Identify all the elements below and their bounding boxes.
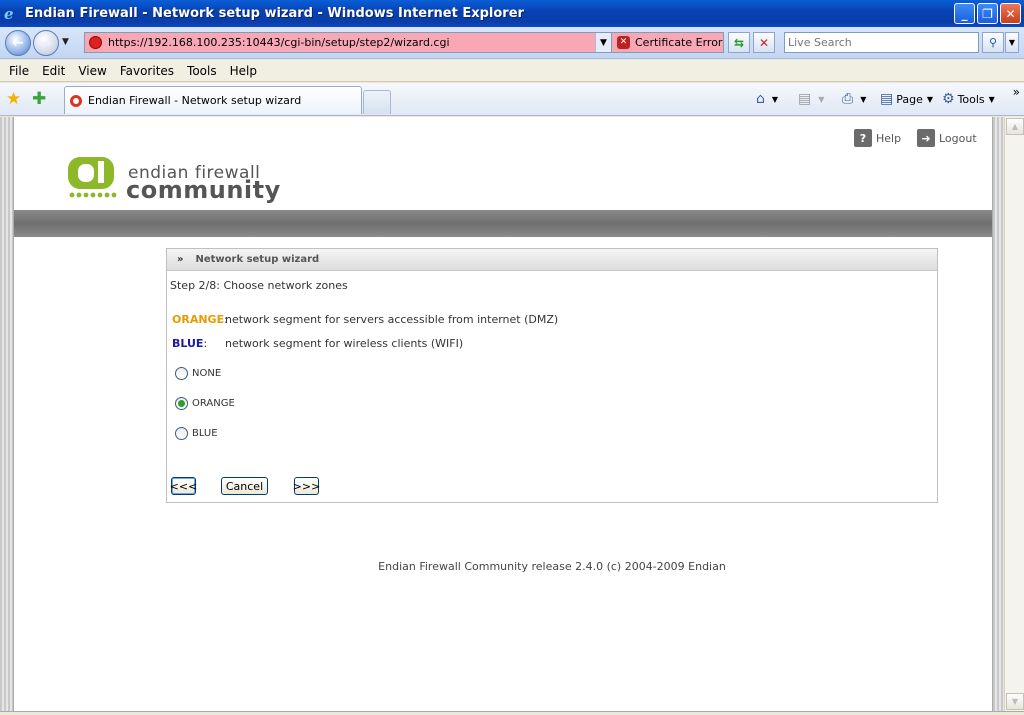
page-footer: Endian Firewall Community release 2.4.0 …: [378, 560, 726, 573]
tab-bar: ★ ✚ Endian Firewall - Network setup wiza…: [0, 83, 1024, 116]
next-step-button[interactable]: >>>: [293, 477, 320, 495]
menu-help[interactable]: Help: [230, 64, 257, 78]
endian-logo-mark-icon: [68, 157, 117, 198]
radio-blue[interactable]: [175, 427, 188, 440]
recent-pages-dropdown[interactable]: ▼: [62, 37, 69, 47]
zone-description-orange: ORANGE:network segment for servers acces…: [172, 313, 559, 326]
tab-label: Endian Firewall - Network setup wizard: [88, 94, 302, 107]
page-menu-label: Page: [896, 92, 923, 106]
zone-desc-blue: network segment for wireless clients (WI…: [225, 337, 464, 350]
minimize-button[interactable]: _: [954, 3, 975, 24]
help-link[interactable]: ? Help: [854, 129, 901, 147]
add-favorite-icon[interactable]: ✚: [32, 89, 46, 109]
ie-logo-icon: e: [4, 4, 14, 23]
menu-bar: File Edit View Favorites Tools Help: [0, 60, 1024, 82]
header-navigation-bar: [14, 210, 992, 237]
wizard-panel-header: » Network setup wizard: [167, 249, 937, 271]
endian-logo: endian firewall community: [66, 155, 280, 207]
tools-menu-label: Tools: [957, 92, 985, 106]
home-button[interactable]: ⌂ ▼: [756, 91, 778, 107]
stop-button[interactable]: ✕: [753, 32, 775, 53]
help-label: Help: [876, 131, 902, 145]
left-page-border: [0, 117, 14, 711]
security-error-icon: [89, 36, 102, 49]
zone-name-orange: ORANGE: [172, 313, 225, 326]
close-button[interactable]: ✕: [1000, 3, 1021, 24]
address-bar[interactable]: https://192.168.100.235:10443/cgi-bin/se…: [84, 32, 612, 53]
page-viewport: ▲ ▼ ? Help ➜ Logout endian firewall comm…: [0, 117, 1024, 715]
address-url[interactable]: https://192.168.100.235:10443/cgi-bin/se…: [108, 36, 450, 49]
certificate-error-label: Certificate Error: [635, 36, 723, 49]
zone-desc-orange: network segment for servers accessible f…: [225, 313, 559, 326]
wizard-panel: » Network setup wizard Step 2/8: Choose …: [166, 248, 938, 503]
right-page-border: [992, 117, 1004, 711]
address-dropdown-icon[interactable]: ▼: [595, 33, 611, 52]
address-toolbar: ← → ▼ https://192.168.100.235:10443/cgi-…: [0, 27, 1024, 59]
back-button[interactable]: ←: [5, 30, 31, 56]
search-icon: ⚲: [988, 36, 998, 49]
maximize-button[interactable]: ❐: [977, 3, 998, 24]
refresh-button[interactable]: ⇆: [728, 32, 750, 53]
logo-text-community: community: [126, 176, 281, 204]
new-tab-button[interactable]: [363, 90, 391, 114]
feeds-button[interactable]: ▤ ▼: [798, 91, 824, 107]
menu-edit[interactable]: Edit: [42, 64, 65, 78]
back-arrow-icon: ←: [12, 35, 24, 51]
search-input[interactable]: [784, 32, 979, 53]
logout-label: Logout: [939, 131, 977, 145]
page-icon: ▤: [880, 91, 894, 107]
menu-favorites[interactable]: Favorites: [120, 64, 174, 78]
radio-none[interactable]: [175, 367, 188, 380]
radio-option-blue[interactable]: BLUE: [175, 427, 218, 440]
window-titlebar: e Endian Firewall - Network setup wizard…: [0, 0, 1024, 27]
vertical-scrollbar[interactable]: ▲ ▼: [1004, 117, 1024, 711]
print-button[interactable]: ⎙ ▼: [842, 91, 866, 107]
radio-option-none[interactable]: NONE: [175, 367, 221, 380]
menu-view[interactable]: View: [78, 64, 106, 78]
radio-label-blue: BLUE: [192, 428, 218, 439]
wizard-step-text: Step 2/8: Choose network zones: [170, 279, 348, 292]
radio-label-orange: ORANGE: [192, 398, 235, 409]
cancel-button[interactable]: Cancel: [221, 477, 268, 495]
printer-icon: ⎙: [842, 91, 854, 107]
menu-file[interactable]: File: [9, 64, 29, 78]
menu-tools[interactable]: Tools: [187, 64, 217, 78]
shield-error-icon: ✕: [617, 36, 630, 49]
stop-icon: ✕: [758, 35, 770, 50]
forward-button[interactable]: →: [33, 30, 59, 56]
refresh-icon: ⇆: [733, 35, 745, 50]
window-controls: _ ❐ ✕: [954, 3, 1021, 24]
radio-orange[interactable]: [175, 397, 188, 410]
bottom-frame-edge: [0, 711, 1024, 715]
zone-name-blue: BLUE: [172, 337, 204, 350]
tools-menu-button[interactable]: ⚙ Tools ▼: [942, 91, 995, 107]
page-favicon-icon: [70, 94, 82, 107]
search-button[interactable]: ⚲: [982, 32, 1004, 53]
certificate-error-button[interactable]: ✕ Certificate Error: [612, 32, 724, 53]
search-options-dropdown[interactable]: ▼: [1005, 32, 1019, 53]
logout-exit-icon: ➜: [917, 129, 935, 147]
logout-link[interactable]: ➜ Logout: [917, 129, 977, 147]
scroll-up-arrow-icon[interactable]: ▲: [1006, 118, 1024, 135]
help-icon: ?: [854, 129, 872, 147]
previous-step-button[interactable]: <<<: [170, 477, 197, 495]
double-chevron-icon: »: [177, 254, 184, 265]
forward-arrow-icon: →: [40, 35, 52, 51]
scroll-down-arrow-icon[interactable]: ▼: [1006, 693, 1024, 710]
gear-icon: ⚙: [942, 91, 955, 107]
wizard-panel-title: Network setup wizard: [195, 254, 320, 265]
zone-description-blue: BLUE: network segment for wireless client…: [172, 337, 464, 350]
favorites-center-star-icon[interactable]: ★: [6, 89, 21, 109]
radio-label-none: NONE: [192, 368, 222, 379]
window-title: Endian Firewall - Network setup wizard -…: [25, 6, 524, 21]
tab-endian-wizard[interactable]: Endian Firewall - Network setup wizard: [64, 86, 362, 114]
home-icon: ⌂: [756, 91, 765, 107]
rss-feed-icon: ▤: [798, 91, 812, 107]
page-menu-button[interactable]: ▤ Page ▼: [880, 91, 933, 107]
more-commands-chevron-icon[interactable]: »: [1013, 85, 1020, 99]
radio-option-orange[interactable]: ORANGE: [175, 397, 235, 410]
